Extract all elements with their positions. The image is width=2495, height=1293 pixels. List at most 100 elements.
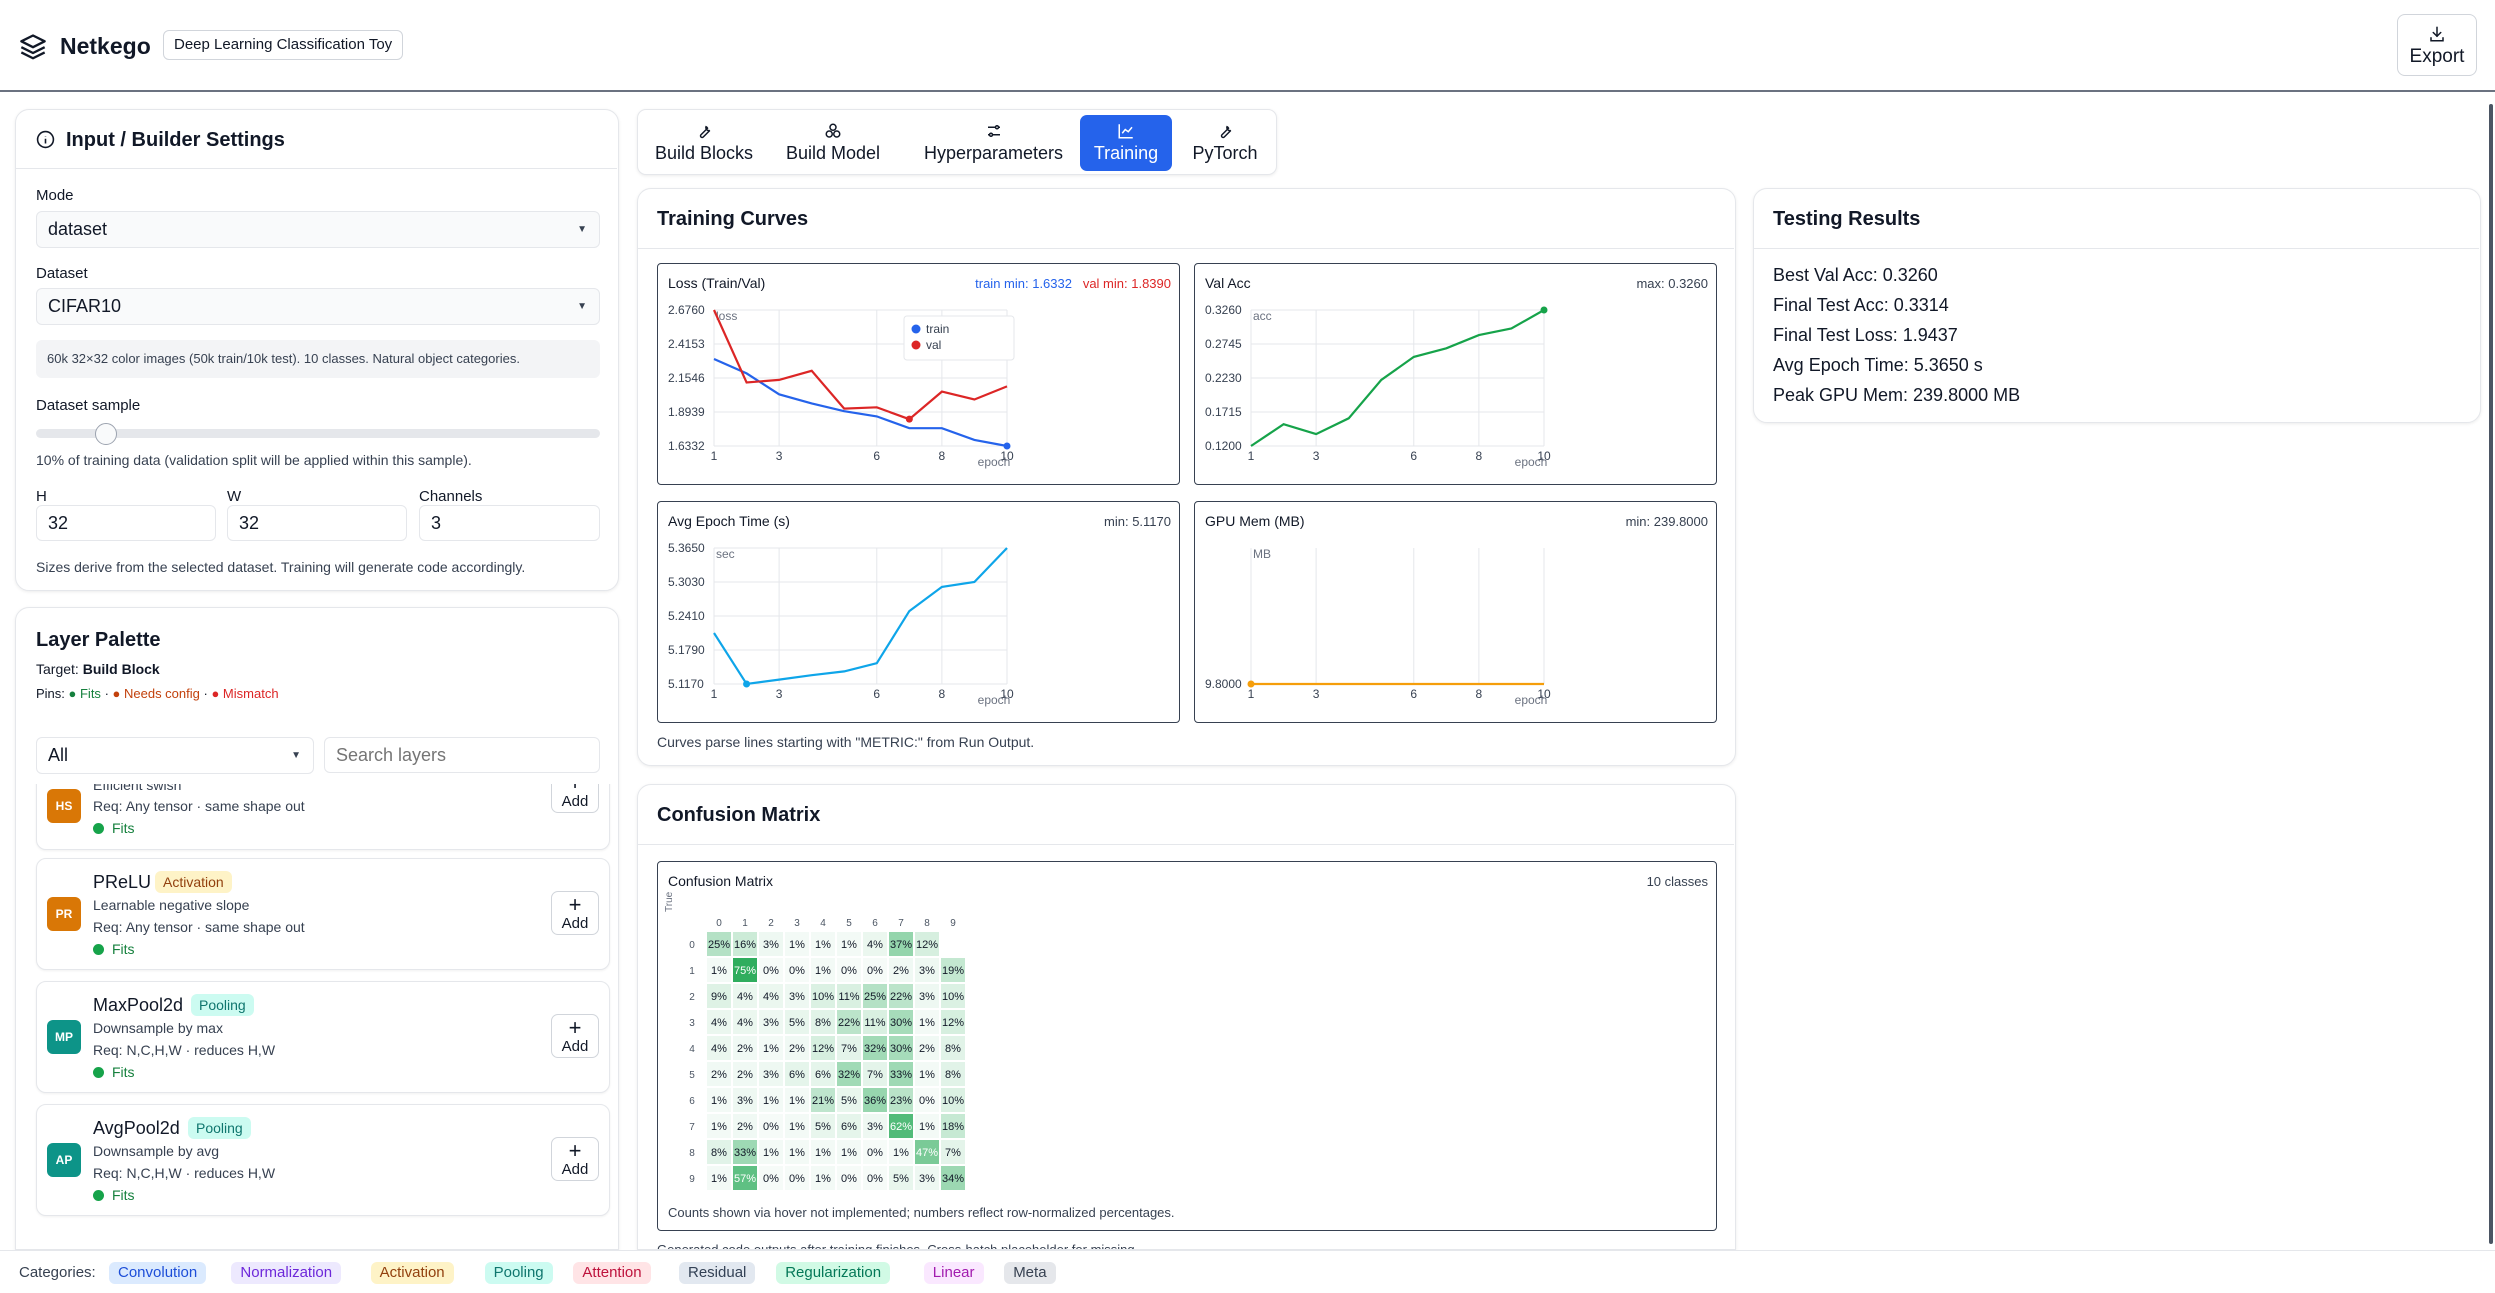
dataset-sample-slider-thumb[interactable]	[95, 423, 118, 445]
page-scrollbar[interactable]	[2489, 104, 2493, 1244]
input-panel-title: Input / Builder Settings	[66, 129, 285, 151]
tab-hyperparameters[interactable]: Hyperparameters	[901, 115, 1086, 171]
matrix-cell-label: 4%	[711, 1043, 727, 1055]
matrix-cell-label: 32%	[838, 1069, 860, 1081]
category-filter-select[interactable]: All ▼	[36, 737, 314, 774]
export-button[interactable]: Export	[2397, 14, 2477, 76]
channels-input[interactable]: 3	[419, 505, 600, 541]
pin-fits: ● Fits	[68, 686, 101, 701]
dataset-select[interactable]: CIFAR10 ▼	[36, 288, 600, 325]
category-chip[interactable]: Linear	[923, 1262, 984, 1284]
add-layer-button[interactable]: +Add	[551, 784, 599, 813]
y-tick-label: 5.3650	[668, 541, 705, 555]
add-layer-button[interactable]: +Add	[551, 891, 599, 935]
filter-value: All	[48, 745, 69, 765]
pin-needs-config: ● Needs config	[112, 686, 200, 701]
matrix-cell-label: 23%	[890, 1095, 912, 1107]
category-chip[interactable]: Meta	[1004, 1262, 1056, 1284]
tab-pytorch[interactable]: PyTorch	[1178, 115, 1272, 171]
peak-gpu-mem: Peak GPU Mem: 239.8000 MB	[1773, 385, 2021, 405]
dataset-sample-slider-track[interactable]	[36, 429, 600, 438]
tab-training[interactable]: Training	[1080, 115, 1172, 171]
data-point	[1247, 680, 1255, 688]
matrix-cell-label: 30%	[890, 1017, 912, 1029]
layers-icon	[20, 34, 46, 60]
h-input[interactable]: 32	[36, 505, 216, 541]
mode-select[interactable]: dataset ▼	[36, 211, 600, 248]
legend-marker	[911, 324, 921, 334]
download-icon	[2430, 26, 2444, 42]
matrix-cell-label: 7%	[867, 1069, 883, 1081]
matrix-cell-label: 3%	[919, 1173, 935, 1185]
category-footer: Categories: Convolution Normalization Acti…	[0, 1250, 2495, 1293]
matrix-cell-label: 1%	[763, 1095, 779, 1107]
pin-separator: ·	[104, 686, 109, 701]
data-point	[905, 415, 913, 423]
layer-requirement: Req: N,C,H,W · reduces H,W	[93, 1042, 276, 1058]
matrix-cell-label: 25%	[864, 991, 886, 1003]
category-chip[interactable]: Residual	[679, 1262, 756, 1284]
matrix-cell-label: 1%	[789, 939, 805, 951]
matrix-cell-label: 47%	[916, 1147, 938, 1159]
matrix-cell-label: 1%	[815, 1173, 831, 1185]
matrix-cell-label: 2%	[711, 1069, 727, 1081]
matrix-cell-label: 5%	[841, 1095, 857, 1107]
matrix-cell-label: 3%	[763, 1069, 779, 1081]
add-layer-button[interactable]: +Add	[551, 1014, 599, 1058]
category-badge: Pooling	[191, 994, 254, 1016]
data-point	[1003, 442, 1011, 450]
search-layers-input[interactable]	[324, 737, 600, 773]
x-tick-label: 3	[776, 449, 783, 463]
category-badge: Activation	[155, 871, 232, 893]
app-name: Netkego	[60, 33, 151, 59]
category-chip[interactable]: Convolution	[109, 1262, 207, 1284]
matrix-cell-label: 7%	[841, 1043, 857, 1055]
matrix-cell-label: 2%	[919, 1043, 935, 1055]
layer-requirement: Req: N,C,H,W · reduces H,W	[93, 1165, 276, 1181]
chevron-down-icon: ▼	[577, 224, 587, 235]
avg-epoch-time: Avg Epoch Time: 5.3650 s	[1773, 355, 1983, 375]
fits-status-label: Fits	[112, 941, 135, 957]
mode-label: Mode	[36, 187, 74, 204]
matrix-cell-label: 22%	[890, 991, 912, 1003]
y-tick-label: 5.3030	[668, 575, 705, 589]
matrix-cell-label: 1%	[711, 1095, 727, 1107]
matrix-cell-label: 3%	[919, 991, 935, 1003]
tab-build-blocks[interactable]: Build Blocks	[643, 115, 765, 171]
category-chip[interactable]: Normalization	[231, 1262, 342, 1284]
matrix-cell-label: 0%	[789, 965, 805, 977]
matrix-cell-label: 30%	[890, 1043, 912, 1055]
add-layer-button[interactable]: +Add	[551, 1137, 599, 1181]
matrix-cell-label: 33%	[734, 1147, 756, 1159]
category-chip[interactable]: Attention	[573, 1262, 651, 1284]
chevron-down-icon: ▼	[291, 750, 301, 761]
w-input[interactable]: 32	[227, 505, 407, 541]
matrix-cell-label: 4%	[867, 939, 883, 951]
matrix-cell-label: 62%	[890, 1121, 912, 1133]
matrix-cell-label: 1%	[919, 1121, 935, 1133]
y-tick-label: 1.6332	[668, 439, 705, 453]
matrix-cell-label: 36%	[864, 1095, 886, 1107]
generated-note-truncated: Generated code outputs after training fi…	[657, 1242, 1135, 1250]
matrix-cell-label: 0%	[919, 1095, 935, 1107]
channels-label: Channels	[419, 488, 483, 505]
x-tick-label: 6	[1410, 687, 1417, 701]
category-chip[interactable]: Regularization	[776, 1262, 891, 1284]
category-chip[interactable]: Activation	[370, 1262, 454, 1284]
y-tick-label: 2.6760	[668, 303, 705, 317]
y-axis-label: sec	[716, 547, 735, 561]
tab-build-model[interactable]: Build Model	[771, 115, 895, 171]
matrix-cell-label: 1%	[919, 1017, 935, 1029]
plus-icon: +	[568, 892, 582, 917]
matrix-row-label: 4	[689, 1044, 695, 1055]
matrix-cell-label: 1%	[711, 965, 727, 977]
line-chart-icon	[1118, 124, 1133, 139]
matrix-cell-label: 3%	[867, 1121, 883, 1133]
category-chip[interactable]: Pooling	[484, 1262, 553, 1284]
best-val-acc: Best Val Acc: 0.3260	[1773, 265, 1938, 285]
y-tick-label: 9.8000	[1205, 677, 1242, 691]
matrix-cell-label: 8%	[711, 1147, 727, 1159]
matrix-cell-label: 5%	[815, 1121, 831, 1133]
y-axis-label: MB	[1253, 547, 1271, 561]
wrench-icon	[699, 125, 711, 139]
